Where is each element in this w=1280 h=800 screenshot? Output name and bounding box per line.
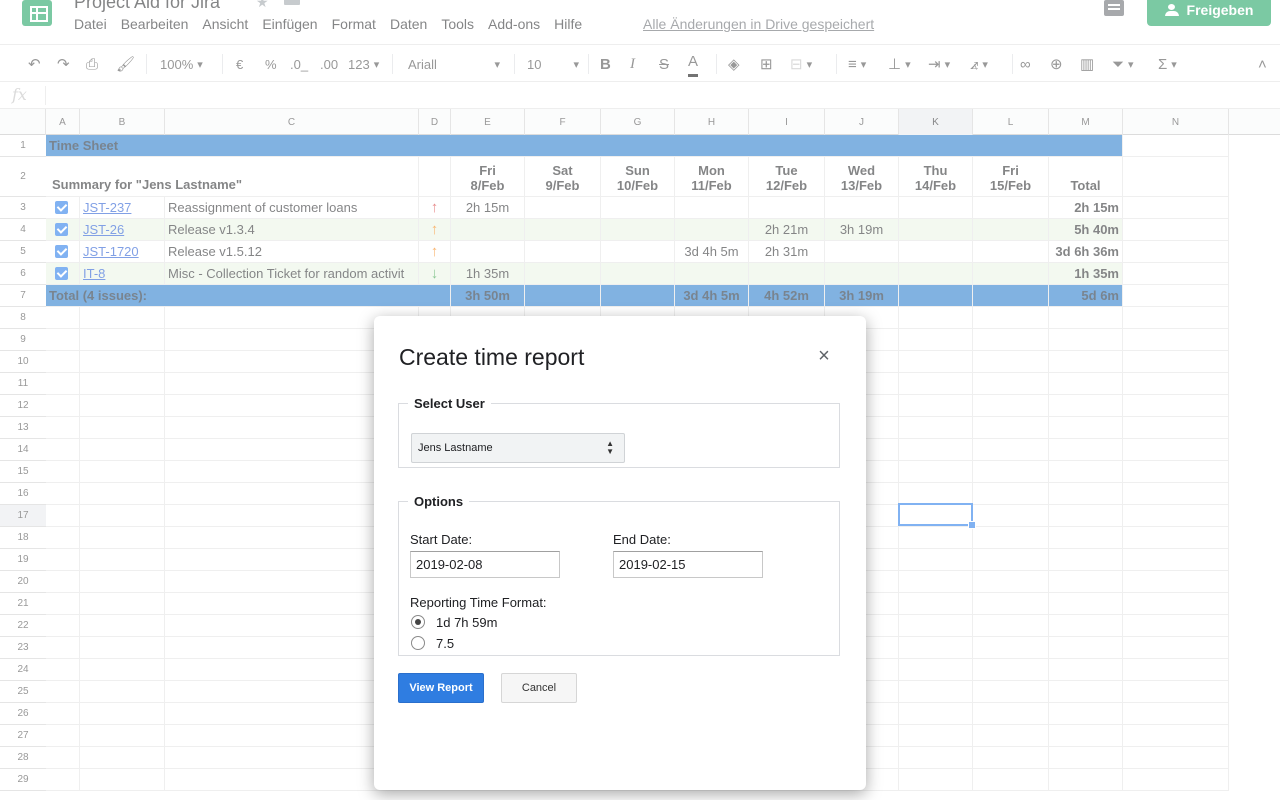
select-arrows-icon: ▲ ▼ [606,439,614,456]
user-select-value: Jens Lastname [418,442,493,454]
format-option-decimal-label: 7.5 [436,636,455,651]
dialog-title: Create time report [399,344,585,370]
create-time-report-dialog: Create time report × Select User Jens La… [374,316,866,790]
end-date-label: End Date: [613,532,671,547]
format-option-days-label: 1d 7h 59m [436,615,498,630]
select-user-group: Select User Jens Lastname ▲ ▼ [398,396,840,468]
time-format-label: Reporting Time Format: [410,595,547,610]
start-date-label: Start Date: [410,532,473,547]
format-radio-decimal[interactable] [411,636,425,650]
sheets-app: Project Aid for Jira ★ Datei Bearbeiten An… [0,0,1280,800]
options-legend: Options [414,494,464,509]
options-group: Options Start Date: 2019-02-08 End Date:… [398,494,840,656]
user-select[interactable]: Jens Lastname ▲ ▼ [411,433,625,463]
start-date-input[interactable]: 2019-02-08 [410,551,560,578]
end-date-input[interactable]: 2019-02-15 [613,551,763,578]
cancel-button[interactable]: Cancel [501,673,577,703]
close-icon[interactable]: × [814,344,834,368]
format-radio-days[interactable] [411,615,425,629]
view-report-button[interactable]: View Report [398,673,484,703]
select-user-legend: Select User [414,396,485,411]
